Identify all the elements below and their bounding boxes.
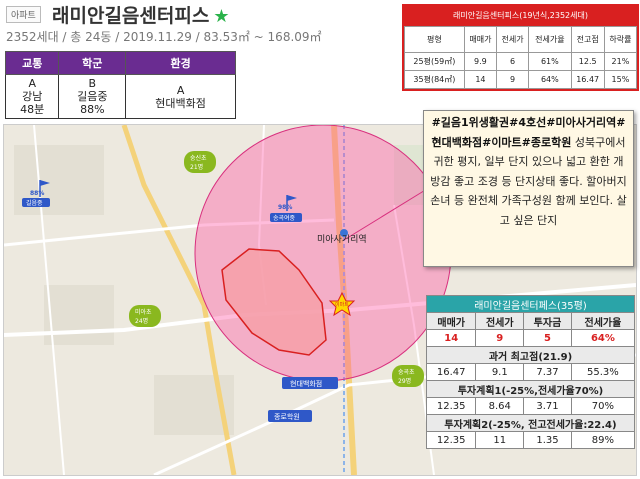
detail-line: 강남 bbox=[22, 90, 43, 103]
table-cell: 12.35 bbox=[425, 397, 477, 415]
emart-label: 이마트 bbox=[335, 301, 349, 308]
stats-col-jeonse: 전세가 bbox=[495, 26, 530, 53]
table-cell: 25평(59㎡) bbox=[404, 52, 465, 71]
school-percent: 88% bbox=[30, 190, 44, 197]
table-cell: 16.47 bbox=[425, 363, 477, 381]
section-title: 투자계획1(-25%,전세가율70%) bbox=[426, 380, 635, 398]
table-cell: 14 bbox=[463, 70, 497, 89]
marker-name: 숭신초 bbox=[190, 154, 207, 162]
table-row: 16.47 9.1 7.37 55.3% bbox=[425, 363, 636, 381]
table-cell: 64% bbox=[528, 70, 572, 89]
table-cell: 16.47 bbox=[570, 70, 605, 89]
investment-table: 래미안길음센터페스(35평) 매매가 전세가 투자금 전세가율 14 9 5 6… bbox=[425, 295, 636, 449]
table-cell: 61% bbox=[528, 52, 572, 71]
elementary-school-marker[interactable]: 숭신초 21명 bbox=[184, 151, 216, 173]
table-cell: 14 bbox=[425, 329, 477, 347]
table-cell: 9.9 bbox=[463, 52, 497, 71]
detail-line: 48분 bbox=[20, 103, 45, 116]
invest-col-price: 매매가 bbox=[425, 312, 477, 330]
marker-count: 29명 bbox=[398, 377, 411, 385]
stats-col-peak: 전고점 bbox=[570, 26, 605, 53]
price-stats-panel: 래미안길음센터피스(19년식,2352세대) 평형 매매가 전세가 전세가율 전… bbox=[402, 4, 639, 91]
marker-name: 숭곡초 bbox=[398, 369, 415, 376]
table-row: 12.35 8.64 3.71 70% bbox=[425, 397, 636, 415]
table-cell: 55.3% bbox=[570, 363, 636, 381]
price-stats-table: 평형 매매가 전세가 전세가율 전고점 하락률 25평(59㎡) 9.9 6 6… bbox=[404, 26, 638, 89]
stats-col-size: 평형 bbox=[404, 26, 465, 53]
invest-col-ratio: 전세가율 bbox=[570, 312, 636, 330]
favorite-star-icon[interactable]: ★ bbox=[213, 6, 229, 27]
category-cell-school: B 길음중 88% bbox=[58, 74, 127, 119]
category-grade-table: 교통 학군 환경 A 강남 48분 B 길음중 88% A 현대백화점 bbox=[4, 51, 236, 119]
table-row: 14 9 5 64% bbox=[425, 329, 636, 347]
grade: A bbox=[176, 83, 185, 97]
table-cell: 15% bbox=[603, 70, 638, 89]
map-block bbox=[44, 285, 114, 345]
table-cell: 7.37 bbox=[523, 363, 572, 381]
jongro-academy-marker[interactable]: 종로학원 bbox=[268, 410, 312, 422]
description-card: #길음1위생활권#4호선#미아사거리역#현대백화점#이마트#종로학원 성북구에서… bbox=[423, 110, 634, 267]
type-badge: 아파트 bbox=[6, 6, 41, 23]
table-cell: 35평(84㎡) bbox=[404, 70, 465, 89]
table-cell: 6 bbox=[495, 52, 530, 71]
detail-line: 길음중 bbox=[77, 90, 108, 103]
category-header-transport: 교통 bbox=[4, 51, 60, 75]
table-row: 35평(84㎡) 14 9 64% 16.47 15% bbox=[404, 70, 638, 89]
grade: A bbox=[28, 77, 36, 90]
table-cell: 70% bbox=[570, 397, 636, 415]
elementary-school-marker[interactable]: 미아초 24명 bbox=[129, 305, 161, 327]
table-row: 12.35 11 1.35 89% bbox=[425, 431, 636, 449]
table-cell: 9 bbox=[495, 70, 530, 89]
table-cell: 11 bbox=[475, 431, 525, 449]
stats-col-drop: 하락률 bbox=[603, 26, 638, 53]
marker-label: 종로학원 bbox=[274, 412, 300, 421]
marker-label: 현대백화점 bbox=[290, 379, 322, 388]
table-row: 25평(59㎡) 9.9 6 61% 12.5 21% bbox=[404, 52, 638, 71]
table-cell: 12.35 bbox=[425, 431, 477, 449]
table-cell: 5 bbox=[523, 329, 572, 347]
price-stats-title: 래미안길음센터피스(19년식,2352세대) bbox=[404, 6, 637, 26]
table-cell: 12.5 bbox=[570, 52, 605, 71]
detail-line: 현대백화점 bbox=[155, 96, 206, 110]
detail-line: 88% bbox=[80, 103, 105, 116]
marker-name: 미아초 bbox=[135, 308, 152, 316]
station-label: 미아사거리역 bbox=[317, 234, 367, 245]
table-cell: 8.64 bbox=[475, 397, 525, 415]
section-title: 과거 최고점(21.9) bbox=[426, 346, 635, 364]
apartment-summary: 2352세대 / 총 24동 / 2019.11.29 / 83.53㎡ ~ 1… bbox=[6, 30, 322, 44]
school-percent: 98% bbox=[278, 204, 292, 211]
marker-count: 21명 bbox=[190, 163, 203, 171]
page-title: 래미안길음센터피스 ★ bbox=[52, 1, 229, 28]
invest-col-capital: 투자금 bbox=[523, 312, 572, 330]
apartment-name: 래미안길음센터피스 bbox=[52, 5, 210, 27]
category-header-environment: 환경 bbox=[125, 51, 236, 75]
investment-title: 래미안길음센터페스(35평) bbox=[426, 295, 635, 313]
table-cell: 3.71 bbox=[523, 397, 572, 415]
table-cell: 9 bbox=[475, 329, 525, 347]
table-cell: 21% bbox=[603, 52, 638, 71]
stats-col-price: 매매가 bbox=[463, 26, 497, 53]
grade: B bbox=[88, 77, 97, 90]
invest-col-jeonse: 전세가 bbox=[475, 312, 525, 330]
category-cell-transport: A 강남 48분 bbox=[4, 74, 60, 119]
table-cell: 64% bbox=[570, 329, 636, 347]
marker-count: 24명 bbox=[135, 317, 148, 325]
elementary-school-marker[interactable]: 숭곡초 29명 bbox=[392, 365, 424, 387]
category-cell-environment: A 현대백화점 bbox=[125, 74, 236, 119]
category-header-school: 학군 bbox=[58, 51, 127, 75]
table-cell: 9.1 bbox=[475, 363, 525, 381]
table-cell: 1.35 bbox=[523, 431, 572, 449]
stats-col-jeonse-ratio: 전세가율 bbox=[528, 26, 572, 53]
table-cell: 89% bbox=[570, 431, 636, 449]
section-title: 투자계획2(-25%, 전고전세가율:22.4) bbox=[426, 414, 635, 432]
description-body: 성북구에서 귀한 평지, 일부 단지 있으나 넓고 환한 개방감 좋고 조경 등… bbox=[430, 135, 627, 227]
hyundai-department-store-marker[interactable]: 현대백화점 bbox=[282, 377, 338, 389]
school-name: 송곡여중 bbox=[273, 214, 296, 222]
school-name: 길음중 bbox=[26, 199, 43, 207]
